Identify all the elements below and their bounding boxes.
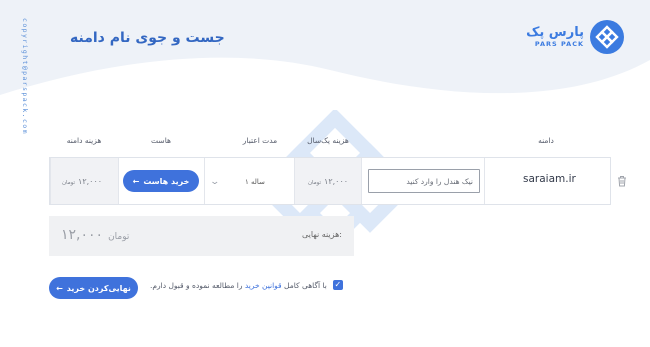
total-price: ۱۲,۰۰۰ تومان	[61, 227, 129, 243]
logo-text-en: PARS PACK	[534, 40, 584, 49]
header-yearly-cost: هزینه یک‌سال	[307, 136, 349, 145]
terms-suffix: را مطالعه نموده و قبول دارم.	[150, 280, 243, 290]
domain-price-value: ۱۲,۰۰۰	[78, 177, 103, 186]
buy-host-button[interactable]: ← خرید هاست	[123, 170, 199, 192]
trash-icon[interactable]	[617, 175, 627, 190]
finalize-purchase-button[interactable]: ← نهایی‌کردن خرید	[49, 277, 138, 299]
terms-prefix: با آگاهی کامل	[284, 280, 327, 290]
yearly-price-value: ۱۲,۰۰۰	[324, 177, 349, 186]
header-host: هاست	[151, 136, 171, 145]
total-price-value: ۱۲,۰۰۰	[61, 227, 104, 243]
total-price-unit: تومان	[108, 232, 130, 242]
total-label: هزینه نهایی:	[301, 230, 342, 239]
arrow-left-icon: ←	[132, 176, 140, 186]
domain-price-unit: تومان	[62, 180, 76, 186]
terms-checkbox[interactable]: ✓	[332, 280, 343, 290]
parspack-diamond-icon	[590, 20, 624, 54]
nic-handle-input[interactable]	[368, 169, 480, 193]
terms-link[interactable]: قوانین خرید	[245, 281, 282, 290]
header-domain-cost: هزینه دامنه	[66, 136, 102, 145]
logo-text-fa: پارس پک	[526, 25, 584, 41]
arrow-left-icon: ←	[56, 283, 63, 293]
chevron-down-icon[interactable]: ⌄	[209, 177, 220, 187]
parspack-logo[interactable]: پارس پک PARS PACK	[526, 20, 624, 54]
finalize-label: نهایی‌کردن خرید	[66, 283, 131, 293]
yearly-price-unit: تومان	[308, 180, 322, 186]
header-validity: مدت اعتبار	[242, 136, 278, 145]
domain-name: saraiam.ir	[523, 173, 576, 185]
terms-text: با آگاهی کامل قوانین خرید را مطالعه نمود…	[150, 281, 327, 290]
terms-agreement: ✓ با آگاهی کامل قوانین خرید را مطالعه نم…	[150, 280, 343, 290]
copyright-email-vertical: copyright@parspack.com	[21, 18, 29, 135]
total-price-box: هزینه نهایی: ۱۲,۰۰۰ تومان	[49, 216, 354, 256]
validity-select[interactable]: ۱ ساله	[245, 178, 265, 186]
header-domain: دامنه	[538, 136, 554, 145]
domain-price: تومان ۱۲,۰۰۰	[62, 177, 102, 186]
buy-host-label: خرید هاست	[143, 176, 190, 186]
domain-table-row: saraiam.ir تومان ۱۲,۰۰۰ ۱ ساله ⌄ ← خرید …	[49, 157, 611, 205]
validity-value: ۱ ساله	[245, 178, 265, 186]
yearly-price: تومان ۱۲,۰۰۰	[308, 177, 348, 186]
page-title: جست و جوی نام دامنه	[70, 30, 225, 46]
